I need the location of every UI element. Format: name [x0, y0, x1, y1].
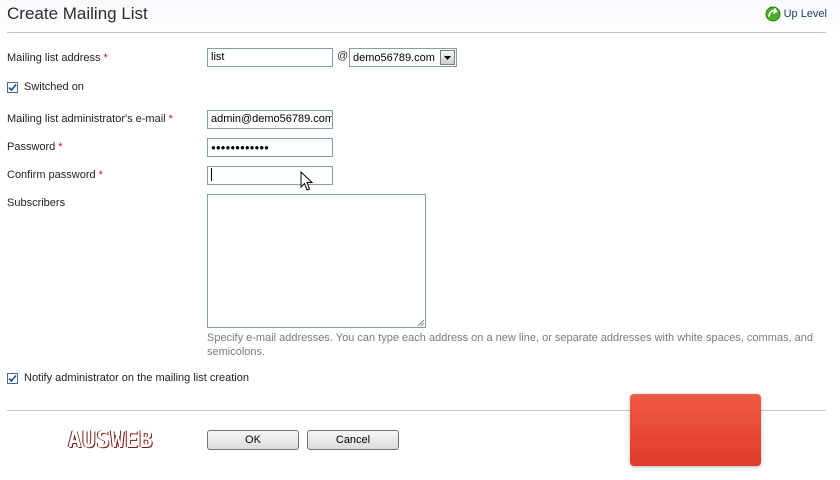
checkmark-icon	[8, 374, 17, 383]
mailing-list-address-input[interactable]: list	[207, 48, 333, 67]
up-level-label: Up Level	[783, 8, 827, 20]
cancel-button[interactable]: Cancel	[307, 430, 399, 450]
checkmark-icon	[8, 83, 17, 92]
confirm-password-label-text: Confirm password	[7, 169, 96, 181]
subscribers-label: Subscribers	[7, 197, 66, 209]
password-label-text: Password	[7, 141, 56, 153]
admin-email-input[interactable]: admin@demo56789.com	[207, 110, 333, 129]
domain-select[interactable]: demo56789.com	[349, 48, 457, 67]
up-level-link[interactable]: Up Level	[765, 6, 827, 22]
required-mark: *	[98, 169, 103, 181]
watermark-logo	[630, 394, 761, 466]
required-mark: *	[103, 52, 108, 64]
at-sign: @	[337, 50, 349, 62]
watermark-text: AUSWEB	[68, 428, 154, 453]
chevron-down-icon[interactable]	[440, 50, 455, 65]
password-input[interactable]: ●●●●●●●●●●●●	[207, 138, 333, 157]
domain-select-value: demo56789.com	[353, 51, 435, 64]
up-level-icon	[765, 6, 781, 22]
switched-on-label: Switched on	[24, 81, 84, 93]
subscribers-textarea[interactable]	[207, 194, 426, 328]
mouse-pointer-icon	[300, 171, 314, 191]
resize-grip-icon[interactable]	[416, 318, 425, 327]
confirm-password-label: Confirm password *	[7, 169, 103, 181]
mailing-list-address-label: Mailing list address *	[7, 52, 108, 64]
required-mark: *	[168, 113, 173, 125]
confirm-password-input[interactable]	[207, 166, 333, 185]
required-mark: *	[58, 141, 63, 153]
text-caret	[211, 168, 212, 181]
page-title: Create Mailing List	[7, 4, 148, 23]
subscribers-hint: Specify e-mail addresses. You can type e…	[207, 332, 813, 358]
ok-button[interactable]: OK	[207, 430, 299, 450]
switched-on-checkbox[interactable]	[7, 82, 18, 93]
mailing-list-address-label-text: Mailing list address	[7, 52, 101, 64]
notify-admin-label: Notify administrator on the mailing list…	[24, 372, 249, 384]
admin-email-label: Mailing list administrator's e-mail *	[7, 113, 173, 125]
password-label: Password *	[7, 141, 63, 153]
header-divider	[7, 32, 826, 33]
notify-admin-checkbox[interactable]	[7, 373, 18, 384]
admin-email-label-text: Mailing list administrator's e-mail	[7, 113, 166, 125]
